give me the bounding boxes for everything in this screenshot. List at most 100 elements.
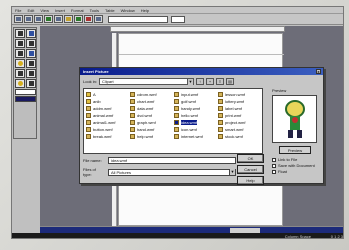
undo-icon[interactable] <box>84 15 93 23</box>
help-button[interactable]: Help <box>237 176 264 185</box>
copy-icon[interactable] <box>64 15 73 23</box>
file-item[interactable]: data.wmf <box>130 105 173 112</box>
file-item[interactable]: cdrom.wmf <box>130 91 173 98</box>
file-item[interactable]: button.wmf <box>86 126 129 133</box>
file-item[interactable]: lottery.wmf <box>218 98 261 105</box>
file-item[interactable]: input.wmf <box>174 91 217 98</box>
new-document-icon[interactable] <box>14 15 23 23</box>
file-item[interactable]: print.wmf <box>218 112 261 119</box>
file-item[interactable]: anib <box>86 98 129 105</box>
file-icon <box>174 134 179 139</box>
file-item[interactable]: label.wmf <box>218 105 261 112</box>
file-icon <box>86 120 91 125</box>
file-icon <box>218 106 223 111</box>
chevron-down-icon[interactable]: ▼ <box>229 169 235 175</box>
file-list[interactable]: Aanib addm.wmf animal.wmf animal1.wmf button… <box>83 88 263 154</box>
chevron-down-icon[interactable]: ▼ <box>187 78 193 85</box>
tool-palette <box>13 27 37 139</box>
menu-file[interactable]: File <box>15 8 21 13</box>
file-item[interactable]: animal.wmf <box>86 112 129 119</box>
file-item[interactable]: internet.wmf <box>174 133 217 140</box>
file-type-label: Files of type: <box>83 167 96 177</box>
menu-insert[interactable]: Insert <box>55 8 65 13</box>
pointer-tool-icon[interactable] <box>15 29 25 38</box>
menu-table[interactable]: Table <box>105 8 115 13</box>
file-item-label: button.wmf <box>93 127 113 132</box>
file-icon <box>174 127 179 132</box>
file-icon <box>174 120 179 125</box>
folder-icon <box>86 92 91 97</box>
save-with-document-checkbox[interactable]: Save with Document <box>272 163 315 168</box>
file-item[interactable]: stock.wmf <box>218 133 261 140</box>
print-icon[interactable] <box>44 15 53 23</box>
save-icon[interactable] <box>34 15 43 23</box>
palette-swatch[interactable] <box>15 96 36 102</box>
file-item[interactable]: hello.wmf <box>174 112 217 119</box>
float-checkbox[interactable]: Float <box>272 169 287 174</box>
open-icon[interactable] <box>24 15 33 23</box>
rotate-tool-icon[interactable] <box>26 69 36 78</box>
checkbox-box[interactable] <box>272 157 276 162</box>
details-view-icon[interactable]: ▤ <box>226 78 234 85</box>
menu-format[interactable]: Format <box>71 8 84 13</box>
palette-field[interactable] <box>15 89 36 95</box>
close-icon[interactable]: x <box>316 69 321 74</box>
picture-tool-icon[interactable] <box>15 59 25 68</box>
crop-tool-icon[interactable] <box>15 39 25 48</box>
redo-icon[interactable] <box>94 15 103 23</box>
file-item[interactable]: smart.wmf <box>218 126 261 133</box>
font-size-box[interactable] <box>171 15 185 23</box>
menu-window[interactable]: Window <box>121 8 135 13</box>
text-tool-icon[interactable] <box>26 29 36 38</box>
file-item[interactable]: break.wmf <box>86 133 129 140</box>
file-item-label: internet.wmf <box>181 134 203 139</box>
file-item[interactable]: hand.wmf <box>130 126 173 133</box>
menu-tools[interactable]: Tools <box>90 8 99 13</box>
file-item-label: data.wmf <box>137 106 154 111</box>
cancel-button[interactable]: Cancel <box>237 165 264 174</box>
file-item[interactable]: project.wmf <box>218 119 261 126</box>
paste-icon[interactable] <box>74 15 83 23</box>
file-item[interactable]: graph.wmf <box>130 119 173 126</box>
cut-icon[interactable] <box>54 15 63 23</box>
link-to-file-checkbox[interactable]: Link to File <box>272 157 297 162</box>
checkbox-box[interactable] <box>272 163 276 168</box>
file-item[interactable]: dvd.wmf <box>130 112 173 119</box>
horizontal-scrollbar[interactable] <box>40 226 343 233</box>
file-item[interactable]: addm.wmf <box>86 105 129 112</box>
checkbox-box[interactable] <box>272 169 276 174</box>
new-folder-icon[interactable]: + <box>206 78 214 85</box>
file-type-select[interactable]: All Pictures ▼ <box>108 168 236 176</box>
file-item[interactable]: help.wmf <box>130 133 173 140</box>
file-item[interactable]: golf.wmf <box>174 98 217 105</box>
list-view-icon[interactable]: ≡ <box>216 78 224 85</box>
look-in-dropdown[interactable]: Clipart ▼ <box>99 78 194 85</box>
line-tool-icon[interactable] <box>26 39 36 48</box>
file-icon <box>218 99 223 104</box>
file-item[interactable]: handy.wmf <box>174 105 217 112</box>
ok-button[interactable]: OK <box>237 154 264 163</box>
file-name-input[interactable]: idea.wmf <box>108 157 236 164</box>
menu-edit[interactable]: Edit <box>27 8 34 13</box>
file-item[interactable]: lesson.wmf <box>218 91 261 98</box>
file-item-label: graph.wmf <box>137 120 156 125</box>
file-item[interactable]: icon.wmf <box>174 126 217 133</box>
font-name-box[interactable] <box>108 15 168 23</box>
file-item[interactable]: idea.wmf <box>174 119 217 126</box>
preview-button[interactable]: Preview <box>279 146 311 154</box>
color-tool-icon[interactable] <box>15 79 25 88</box>
menu-view[interactable]: View <box>40 8 49 13</box>
link-tool-icon[interactable] <box>26 79 36 88</box>
menu-help[interactable]: Help <box>141 8 149 13</box>
shape-tool-icon[interactable] <box>15 69 25 78</box>
file-icon <box>86 134 91 139</box>
zoom-tool-icon[interactable] <box>15 49 25 58</box>
file-item[interactable]: animal1.wmf <box>86 119 129 126</box>
file-item-label: dvd.wmf <box>137 113 152 118</box>
up-folder-icon[interactable]: ↑ <box>196 78 204 85</box>
file-item[interactable]: chart.wmf <box>130 98 173 105</box>
box-tool-icon[interactable] <box>26 49 36 58</box>
file-item[interactable]: A <box>86 91 129 98</box>
float-label: Float <box>278 169 287 174</box>
table-tool-icon[interactable] <box>26 59 36 68</box>
